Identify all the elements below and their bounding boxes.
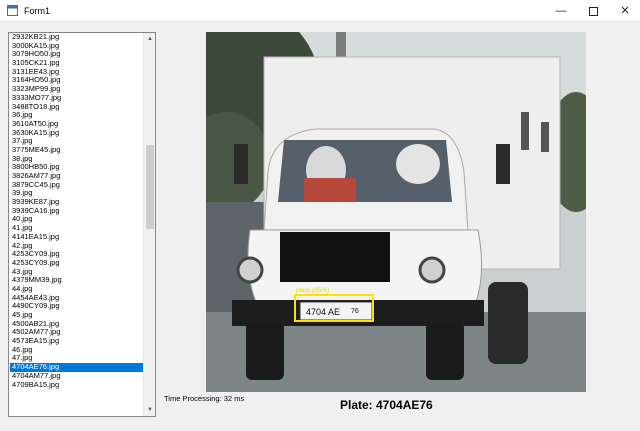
minimize-button[interactable]: — (545, 0, 577, 22)
maximize-icon (588, 6, 598, 16)
window-title: Form1 (24, 6, 51, 16)
close-button[interactable]: ✕ (609, 0, 640, 22)
file-listbox[interactable]: 2932KB21.jpg 3000KA15.jpg 3079HO50.jpg 3105… (8, 32, 156, 417)
list-item[interactable]: 4709BA15.jpg (10, 380, 143, 390)
plate-number-text: 4704 AE (306, 307, 340, 317)
minimize-icon: — (555, 5, 567, 17)
title-bar: Form1 — ✕ (0, 0, 640, 22)
truck-photo: plate (85%) 4704 AE 76 (206, 32, 586, 392)
detection-label: plate (85%) (296, 287, 329, 294)
chevron-up-icon: ▲ (147, 36, 153, 42)
picture-box: plate (85%) 4704 AE 76 (206, 32, 586, 392)
maximize-button[interactable] (577, 0, 609, 22)
form-client-area: 2932KB21.jpg 3000KA15.jpg 3079HO50.jpg 3105… (0, 22, 640, 431)
file-list-items: 2932KB21.jpg 3000KA15.jpg 3079HO50.jpg 3105… (10, 33, 143, 389)
scroll-thumb[interactable] (146, 145, 154, 229)
app-icon (7, 5, 18, 16)
scroll-down-button[interactable]: ▼ (144, 404, 155, 416)
scroll-up-button[interactable]: ▲ (144, 33, 155, 45)
grille (280, 232, 390, 282)
plate-region-text: 76 (351, 308, 359, 315)
listbox-scrollbar[interactable]: ▲ ▼ (143, 33, 155, 416)
time-processing-label: Time Processing: 32 ms (164, 394, 245, 403)
close-icon: ✕ (620, 5, 630, 17)
plate-result-label: Plate: 4704AE76 (340, 398, 433, 412)
chevron-down-icon: ▼ (147, 407, 153, 413)
